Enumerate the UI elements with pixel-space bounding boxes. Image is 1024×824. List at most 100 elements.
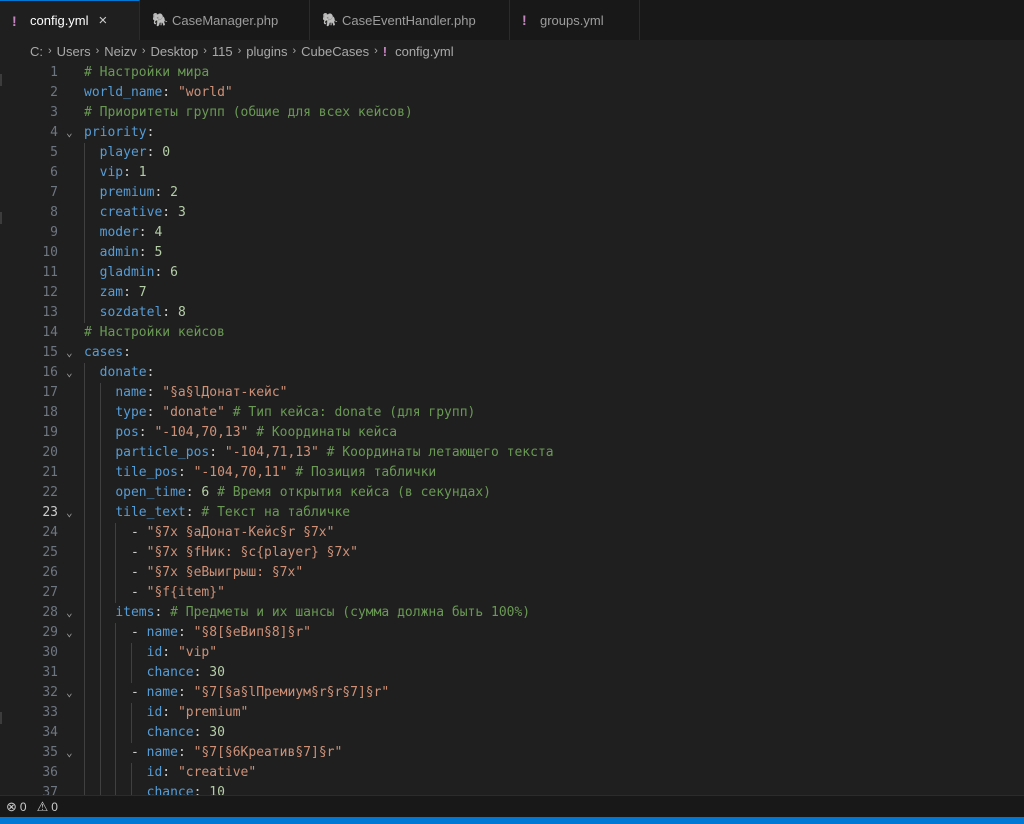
tab-casemanager-php[interactable]: 🐘 CaseManager.php	[140, 0, 310, 40]
code-line[interactable]: 32 ⌄ - name: "§7[§a§lПремиум§r§r§7]§r"	[0, 683, 1024, 703]
code-line[interactable]: 9 moder: 4	[0, 223, 1024, 243]
code-line[interactable]: 14 # Настройки кейсов	[0, 323, 1024, 343]
code-line[interactable]: 26 - "§7x §eВыигрыш: §7x"	[0, 563, 1024, 583]
breadcrumb: C: › Users › Neizv › Desktop › 115 › plugins ›…	[0, 40, 1024, 62]
code-text: world_name: "world"	[84, 85, 233, 100]
tab-label: groups.yml	[540, 12, 604, 28]
breadcrumb-item[interactable]: CubeCases	[301, 44, 369, 59]
fold-chevron-icon[interactable]: ⌄	[66, 743, 73, 763]
code-line[interactable]: 24 - "§7x §aДонат-Кейс§r §7x"	[0, 523, 1024, 543]
code-text: id: "creative"	[146, 765, 257, 780]
code-line[interactable]: 5 player: 0	[0, 143, 1024, 163]
code-line[interactable]: 2 world_name: "world"	[0, 83, 1024, 103]
fold-chevron-icon[interactable]: ⌄	[66, 603, 73, 623]
error-icon[interactable]: ⊗	[6, 799, 17, 815]
breadcrumb-item[interactable]: config.yml	[395, 44, 454, 59]
code-line[interactable]: 8 creative: 3	[0, 203, 1024, 223]
code-line[interactable]: 19 pos: "-104,70,13" # Координаты кейса	[0, 423, 1024, 443]
code-text: - name: "§8[§eВип§8]§r"	[130, 625, 311, 640]
code-line[interactable]: 31 chance: 30	[0, 663, 1024, 683]
fold-chevron-icon[interactable]: ⌄	[66, 343, 73, 363]
fold-chevron-icon[interactable]: ⌄	[66, 683, 73, 703]
code-line[interactable]: 15 ⌄ cases:	[0, 343, 1024, 363]
line-number: 13	[42, 305, 58, 320]
close-icon[interactable]: ×	[99, 12, 108, 29]
tab-config-yml[interactable]: ! config.yml ×	[0, 0, 140, 40]
breadcrumb-item[interactable]: 115	[212, 44, 233, 59]
code-line[interactable]: 28 ⌄ items: # Предметы и их шансы (сумма …	[0, 603, 1024, 623]
code-text: premium: 2	[99, 185, 178, 200]
code-line[interactable]: 18 type: "donate" # Тип кейса: donate (д…	[0, 403, 1024, 423]
code-line[interactable]: 25 - "§7x §fНик: §c{player} §7x"	[0, 543, 1024, 563]
breadcrumb-item[interactable]: Users	[57, 44, 91, 59]
code-line[interactable]: 33 id: "premium"	[0, 703, 1024, 723]
breadcrumb-item[interactable]: C:	[30, 44, 43, 59]
code-line[interactable]: 16 ⌄ donate:	[0, 363, 1024, 383]
tab-bar: ! config.yml × 🐘 CaseManager.php 🐘 CaseE…	[0, 0, 1024, 41]
fold-chevron-icon[interactable]: ⌄	[66, 623, 73, 643]
code-line[interactable]: 1 # Настройки мира	[0, 63, 1024, 83]
code-editor[interactable]: 1 # Настройки мира 2 world_name: "world" 3 # …	[0, 62, 1024, 795]
code-line[interactable]: 6 vip: 1	[0, 163, 1024, 183]
code-line[interactable]: 12 zam: 7	[0, 283, 1024, 303]
line-number: 6	[50, 165, 58, 180]
code-text: gladmin: 6	[99, 265, 178, 280]
code-line[interactable]: 17 name: "§a§lДонат-кейс"	[0, 383, 1024, 403]
tab-label: config.yml	[30, 13, 89, 28]
chevron-right-icon: ›	[292, 45, 297, 57]
fold-chevron-icon[interactable]: ⌄	[66, 503, 73, 523]
tab-label: CaseManager.php	[172, 12, 279, 28]
breadcrumb-item[interactable]: plugins	[246, 44, 287, 59]
code-line[interactable]: 7 premium: 2	[0, 183, 1024, 203]
tab-caseeventhandler-php[interactable]: 🐘 CaseEventHandler.php	[310, 0, 510, 40]
php-icon: 🐘	[152, 12, 169, 27]
code-line[interactable]: 27 - "§f{item}"	[0, 583, 1024, 603]
line-number: 34	[42, 725, 58, 740]
code-text: - "§f{item}"	[130, 585, 225, 600]
line-number: 16	[42, 365, 58, 380]
code-line[interactable]: 22 open_time: 6 # Время открытия кейса (…	[0, 483, 1024, 503]
code-line[interactable]: 21 tile_pos: "-104,70,11" # Позиция табл…	[0, 463, 1024, 483]
line-number: 23	[42, 505, 58, 520]
warning-count[interactable]: 0	[51, 800, 58, 814]
breadcrumb-item[interactable]: Neizv	[104, 44, 137, 59]
code-line[interactable]: 4 ⌄ priority:	[0, 123, 1024, 143]
code-line[interactable]: 35 ⌄ - name: "§7[§6Креатив§7]§r"	[0, 743, 1024, 763]
code-line[interactable]: 36 id: "creative"	[0, 763, 1024, 783]
line-number: 11	[42, 265, 58, 280]
tab-groups-yml[interactable]: ! groups.yml	[510, 0, 640, 40]
code-line[interactable]: 30 id: "vip"	[0, 643, 1024, 663]
gutter-marker	[0, 212, 2, 224]
code-line[interactable]: 11 gladmin: 6	[0, 263, 1024, 283]
line-number: 9	[50, 225, 58, 240]
line-number: 10	[42, 245, 58, 260]
fold-chevron-icon[interactable]: ⌄	[66, 363, 73, 383]
code-line[interactable]: 29 ⌄ - name: "§8[§eВип§8]§r"	[0, 623, 1024, 643]
code-text: chance: 30	[146, 725, 225, 740]
code-line[interactable]: 13 sozdatel: 8	[0, 303, 1024, 323]
fold-chevron-icon[interactable]: ⌄	[66, 123, 73, 143]
code-line[interactable]: 3 # Приоритеты групп (общие для всех кейс…	[0, 103, 1024, 123]
yaml-icon: !	[12, 13, 17, 29]
error-count[interactable]: 0	[20, 800, 27, 814]
line-number: 28	[42, 605, 58, 620]
indent-guide	[84, 363, 85, 795]
line-number: 4	[50, 125, 58, 140]
line-number: 35	[42, 745, 58, 760]
code-line[interactable]: 10 admin: 5	[0, 243, 1024, 263]
code-line[interactable]: 20 particle_pos: "-104,71,13" # Координа…	[0, 443, 1024, 463]
code-text: chance: 10	[146, 785, 225, 795]
code-text: player: 0	[99, 145, 171, 160]
code-line[interactable]: 37 chance: 10	[0, 783, 1024, 795]
code-text: id: "vip"	[146, 645, 218, 660]
code-text: - name: "§7[§a§lПремиум§r§r§7]§r"	[130, 685, 390, 700]
line-number: 19	[42, 425, 58, 440]
code-line[interactable]: 23 ⌄ tile_text: # Текст на табличке	[0, 503, 1024, 523]
warning-icon[interactable]: ⚠	[37, 799, 49, 815]
line-number: 17	[42, 385, 58, 400]
code-text: chance: 30	[146, 665, 225, 680]
code-line[interactable]: 34 chance: 30	[0, 723, 1024, 743]
chevron-right-icon: ›	[203, 45, 207, 57]
indent-guide	[99, 383, 101, 795]
breadcrumb-item[interactable]: Desktop	[150, 44, 198, 59]
